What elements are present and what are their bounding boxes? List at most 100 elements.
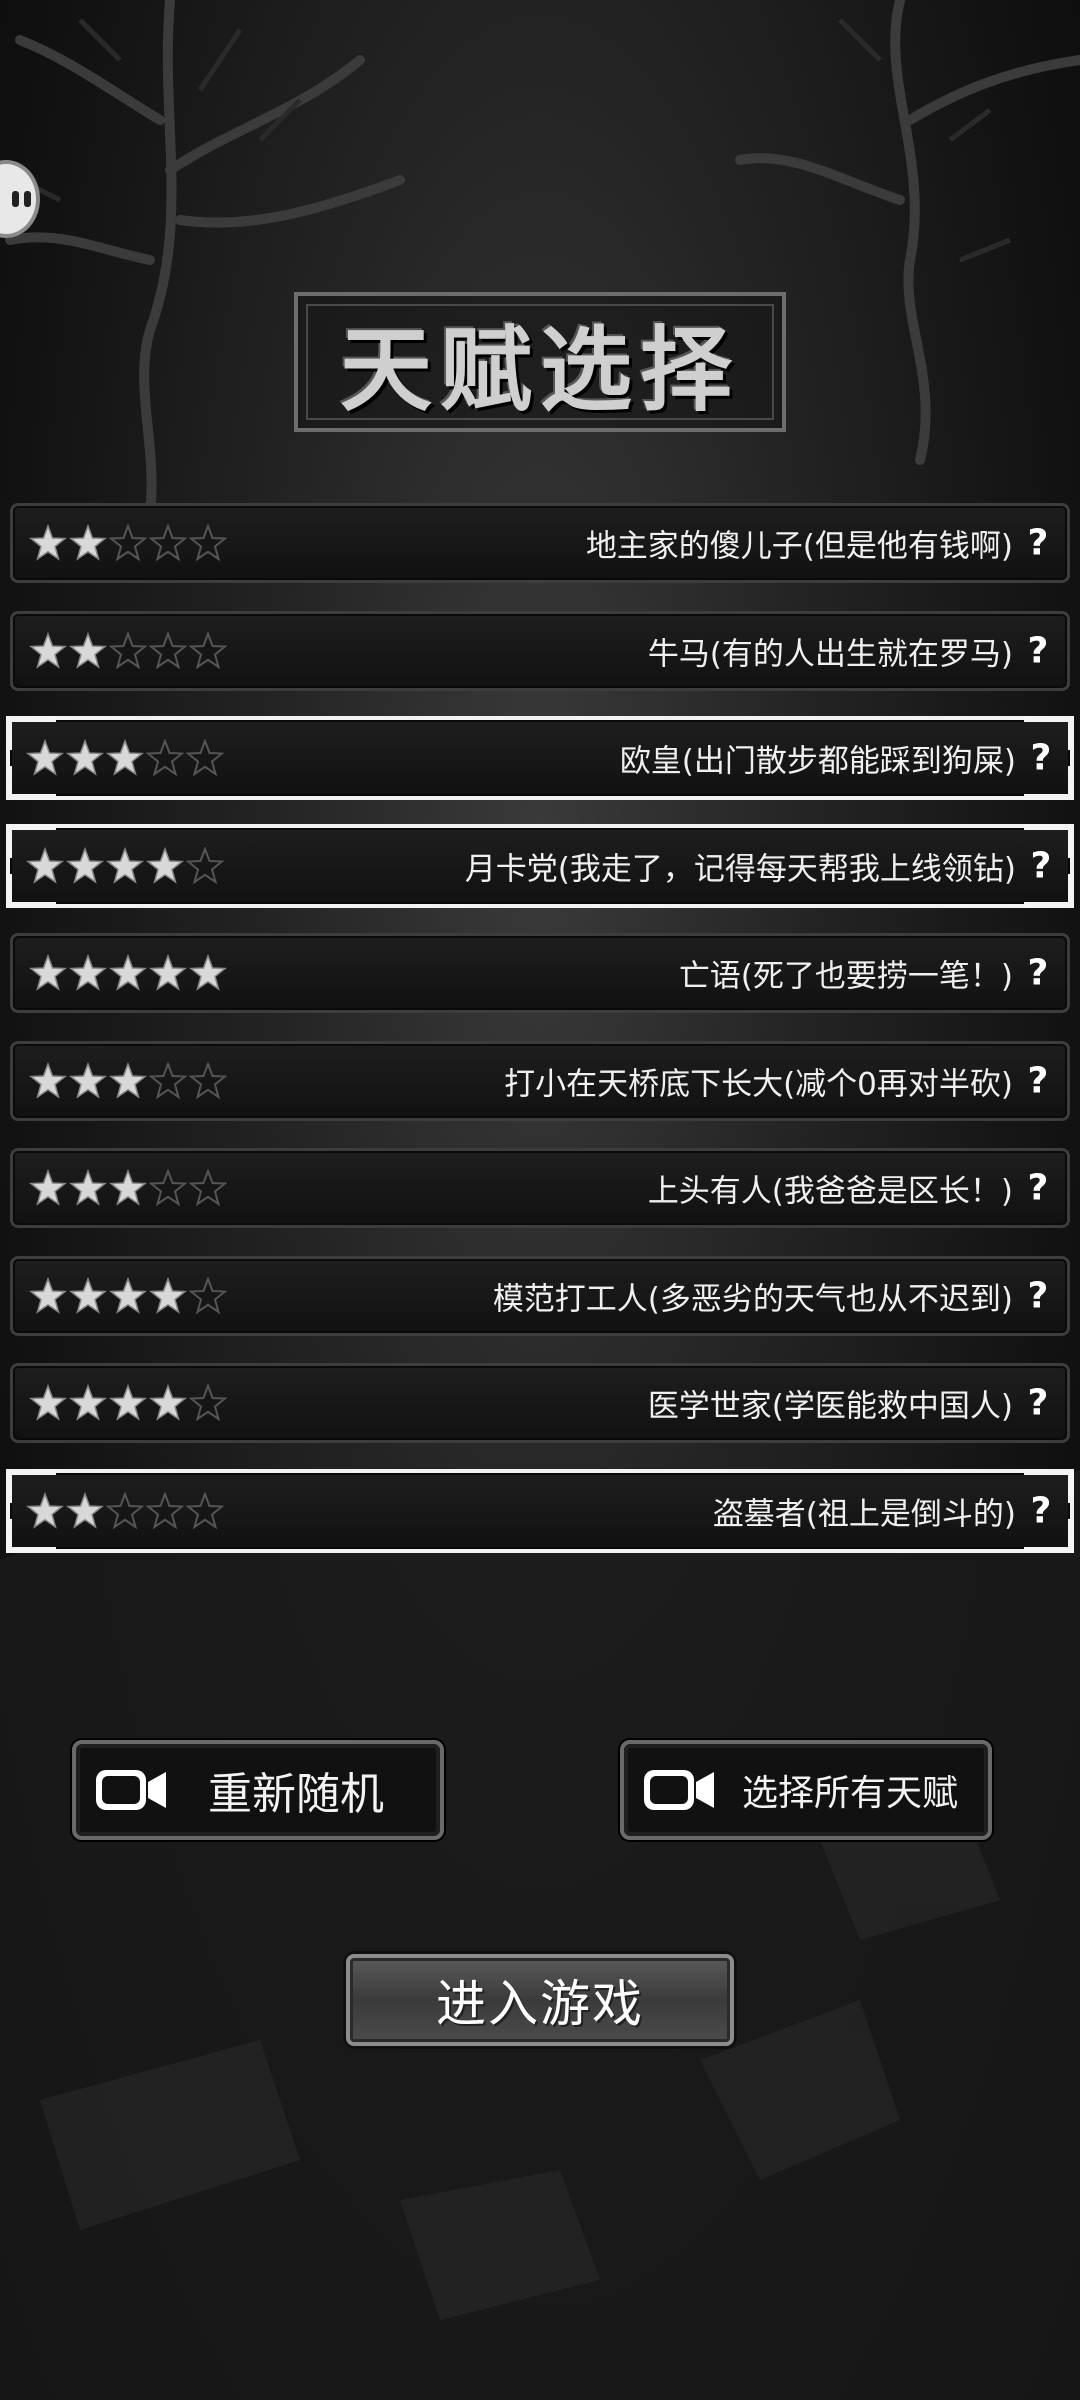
star-rating [29, 631, 227, 670]
talent-row[interactable]: 亡语(死了也要捞一笔！)? [10, 933, 1070, 1013]
talent-row[interactable]: 牛马(有的人出生就在罗马)? [10, 610, 1070, 691]
star-empty-icon [149, 1169, 187, 1207]
star-filled-icon [29, 631, 67, 669]
star-empty-icon [109, 631, 147, 669]
question-mark-icon[interactable]: ? [1024, 845, 1058, 886]
talent-row[interactable]: 月卡党(我走了，记得每天帮我上线领钻)? [6, 823, 1074, 908]
question-mark-icon[interactable]: ? [1021, 1168, 1055, 1209]
star-filled-icon [106, 739, 144, 776]
star-filled-icon [109, 1276, 147, 1314]
star-filled-icon [109, 1061, 147, 1099]
enter-game-button[interactable]: 进入游戏 [346, 1954, 734, 2046]
star-rating [29, 1061, 227, 1100]
star-filled-icon [106, 846, 144, 884]
star-rating [29, 1169, 227, 1207]
star-filled-icon [69, 524, 107, 561]
question-mark-icon[interactable]: ? [1021, 953, 1055, 994]
star-empty-icon [186, 1491, 224, 1529]
star-filled-icon [26, 1491, 64, 1529]
star-filled-icon [149, 1384, 187, 1421]
star-filled-icon [29, 524, 67, 561]
star-filled-icon [69, 1061, 107, 1099]
star-filled-icon [69, 1169, 107, 1206]
star-empty-icon [189, 1384, 227, 1422]
question-mark-icon[interactable]: ? [1021, 1275, 1055, 1316]
star-empty-icon [149, 524, 187, 562]
star-filled-icon [66, 1491, 104, 1529]
star-filled-icon [26, 739, 64, 776]
star-filled-icon [29, 1276, 67, 1314]
talent-selection-screen: 天赋选择 地主家的傻儿子(但是他有钱啊)? 牛马(有的人出生就在罗马)? 欧皇(出门… [0, 0, 1080, 2400]
star-filled-icon [69, 1384, 107, 1421]
page-title: 天赋选择 [339, 316, 740, 424]
talent-row[interactable]: 上头有人(我爸爸是区长！)? [10, 1148, 1070, 1228]
star-filled-icon [109, 1169, 147, 1206]
talent-name: 打小在天桥底下长大(减个0再对半砍) [504, 1066, 1013, 1102]
star-filled-icon [66, 846, 104, 884]
star-empty-icon [189, 1276, 227, 1314]
talent-row[interactable]: 打小在天桥底下长大(减个0再对半砍)? [10, 1040, 1070, 1121]
question-mark-icon[interactable]: ? [1021, 523, 1055, 564]
talent-row[interactable]: 盗墓者(祖上是倒斗的)? [6, 1468, 1074, 1553]
star-filled-icon [29, 954, 67, 991]
select-all-talents-button[interactable]: 选择所有天赋 [620, 1740, 992, 1840]
video-camera-icon [642, 1768, 716, 1812]
star-empty-icon [189, 1169, 227, 1207]
talent-name: 欧皇(出门散步都能踩到狗屎) [619, 743, 1016, 780]
question-mark-icon[interactable]: ? [1024, 738, 1058, 779]
star-filled-icon [69, 631, 107, 669]
select-all-label: 选择所有天赋 [742, 1773, 959, 1814]
video-camera-icon [94, 1768, 168, 1812]
star-filled-icon [149, 1276, 187, 1314]
title-banner: 天赋选择 [294, 292, 786, 432]
star-filled-icon [29, 1061, 67, 1099]
star-empty-icon [149, 631, 187, 669]
rerandom-button[interactable]: 重新随机 [72, 1740, 444, 1840]
star-filled-icon [189, 954, 227, 991]
talent-row[interactable]: 地主家的傻儿子(但是他有钱啊)? [10, 503, 1070, 583]
question-mark-icon[interactable]: ? [1021, 1383, 1055, 1424]
star-filled-icon [109, 1384, 147, 1421]
star-empty-icon [149, 1061, 187, 1099]
talent-row[interactable]: 医学世家(学医能救中国人)? [10, 1363, 1070, 1443]
talent-name: 模范打工人(多恶劣的天气也从不迟到) [492, 1281, 1013, 1317]
star-filled-icon [26, 846, 64, 884]
star-rating [29, 954, 227, 992]
star-filled-icon [69, 954, 107, 991]
star-empty-icon [186, 739, 224, 777]
talent-name: 盗墓者(祖上是倒斗的) [712, 1496, 1016, 1532]
star-rating [29, 1276, 227, 1315]
star-empty-icon [189, 1061, 227, 1099]
star-rating [26, 739, 224, 777]
star-empty-icon [146, 739, 184, 777]
talent-name: 地主家的傻儿子(但是他有钱啊) [585, 528, 1013, 565]
star-filled-icon [146, 846, 184, 884]
star-rating [29, 1384, 227, 1422]
question-mark-icon[interactable]: ? [1021, 630, 1055, 671]
star-empty-icon [189, 631, 227, 669]
star-empty-icon [146, 1491, 184, 1529]
star-filled-icon [69, 1276, 107, 1314]
star-rating [29, 524, 227, 562]
star-filled-icon [109, 954, 147, 991]
star-empty-icon [189, 524, 227, 562]
question-mark-icon[interactable]: ? [1021, 1060, 1055, 1101]
star-empty-icon [106, 1491, 144, 1529]
star-filled-icon [149, 954, 187, 991]
star-rating [26, 1491, 224, 1530]
talent-name: 医学世家(学医能救中国人) [647, 1388, 1013, 1425]
talent-name: 牛马(有的人出生就在罗马) [647, 636, 1013, 672]
star-filled-icon [66, 739, 104, 776]
talent-row[interactable]: 模范打工人(多恶劣的天气也从不迟到)? [10, 1255, 1070, 1336]
talent-name: 月卡党(我走了，记得每天帮我上线领钻) [464, 851, 1016, 887]
talent-row[interactable]: 欧皇(出门散步都能踩到狗屎)? [6, 716, 1074, 800]
star-empty-icon [109, 524, 147, 562]
enter-game-label: 进入游戏 [436, 1975, 644, 2033]
star-rating [26, 846, 224, 885]
rerandom-label: 重新随机 [208, 1769, 384, 1820]
star-filled-icon [29, 1169, 67, 1206]
star-empty-icon [186, 846, 224, 884]
talent-name: 亡语(死了也要捞一笔！) [678, 958, 1013, 995]
question-mark-icon[interactable]: ? [1024, 1490, 1058, 1531]
star-filled-icon [29, 1384, 67, 1421]
